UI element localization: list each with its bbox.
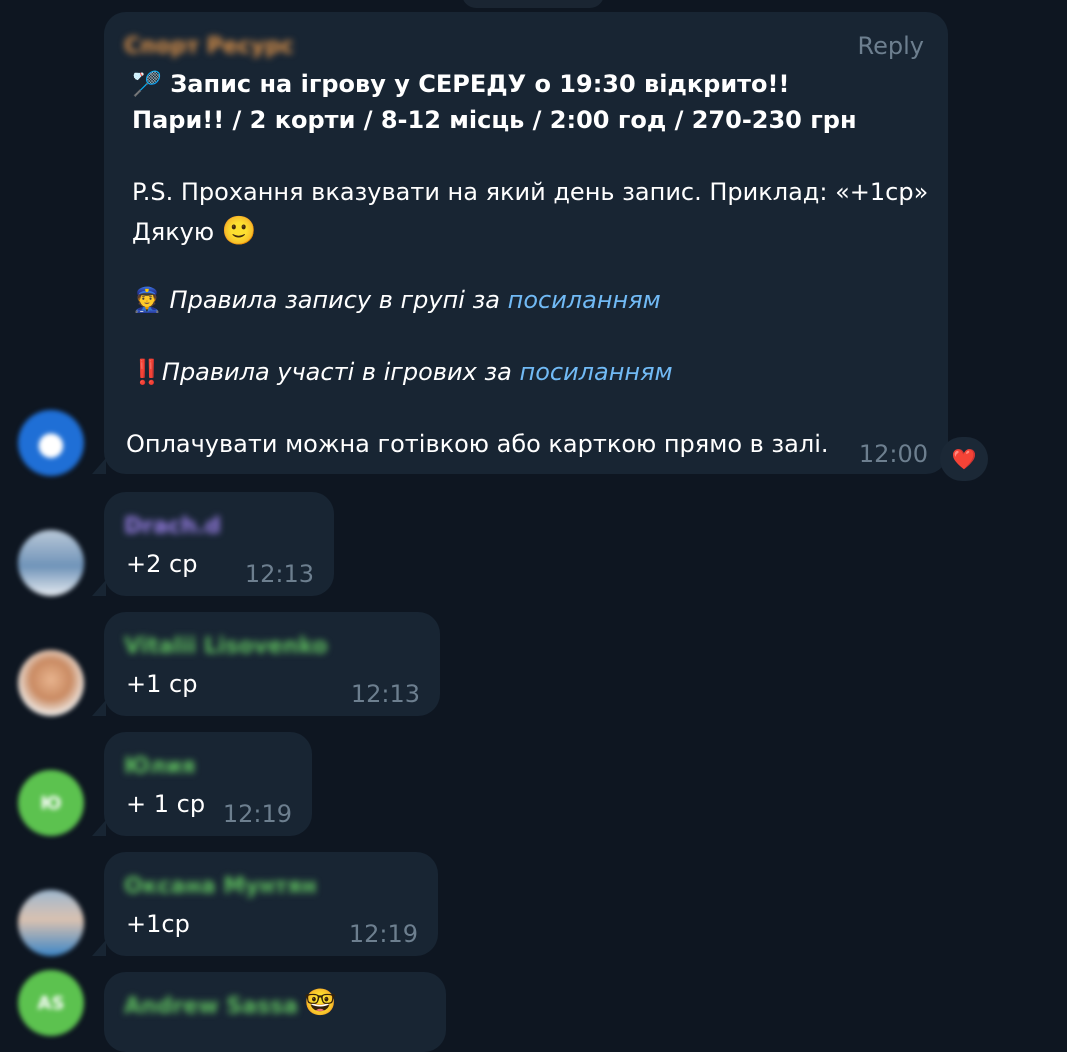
bubble-tail <box>92 580 106 596</box>
message-text: +1ср <box>126 910 190 938</box>
sender-name[interactable]: Vitalii Lisovenko <box>124 634 328 659</box>
message-text: +1 ср <box>126 670 198 698</box>
thanks-text: Дякую <box>132 218 215 246</box>
message-bubble[interactable]: Юлия + 1 ср 12:19 <box>104 732 312 836</box>
avatar[interactable]: AS <box>18 970 84 1036</box>
message-time: 12:19 <box>348 920 418 948</box>
bubble-tail <box>92 700 106 716</box>
message-bubble[interactable]: Vitalii Lisovenko +1 ср 12:13 <box>104 612 440 716</box>
message-time: 12:13 <box>244 560 314 588</box>
bubble-tail <box>92 458 106 474</box>
post-subtitle: Пари!! / 2 корти / 8-12 місць / 2:00 год… <box>132 106 857 134</box>
sender-name[interactable]: Оксана Мунтян <box>124 874 317 899</box>
payment-line: Оплачувати можна готівкою або карткою пр… <box>126 430 829 458</box>
rules-participation-text: Правила участі в ігрових за <box>161 358 520 386</box>
sender-name[interactable]: Andrew Sassa <box>124 994 298 1019</box>
reply-button[interactable]: Reply <box>858 32 924 60</box>
message-bubble[interactable]: Оксана Мунтян +1ср 12:19 <box>104 852 438 956</box>
avatar[interactable] <box>18 650 84 716</box>
avatar[interactable]: Ю <box>18 770 84 836</box>
post-title-line: 🏸 Запис на ігрову у СЕРЕДУ о 19:30 відкр… <box>132 70 789 98</box>
rules-registration-text: Правила запису в групі за <box>169 286 508 314</box>
heart-icon: ❤️ <box>951 447 977 471</box>
avatar[interactable] <box>18 530 84 596</box>
bubble-tail <box>92 940 106 956</box>
post-thanks-line: Дякую 🙂 <box>132 214 257 247</box>
sender-name[interactable]: Спорт Ресурс <box>124 34 294 59</box>
rules-participation-link[interactable]: посиланням <box>520 358 673 386</box>
rules-registration-link[interactable]: посиланням <box>508 286 661 314</box>
message-bubble[interactable]: Andrew Sassa 🤓 <box>104 972 446 1052</box>
message-time: 12:13 <box>350 680 420 708</box>
rules-participation-line: ‼️Правила участі в ігрових за посиланням <box>132 358 673 386</box>
post-ps-line: P.S. Прохання вказувати на який день зап… <box>132 178 929 206</box>
date-pill <box>462 0 604 8</box>
sender-name[interactable]: Юлия <box>124 754 195 779</box>
smile-icon: 🙂 <box>221 214 257 247</box>
message-text: +2 ср <box>126 550 198 578</box>
bubble-tail <box>92 820 106 836</box>
message-time: 12:00 <box>858 440 928 468</box>
sender-name[interactable]: Drach.d <box>124 514 221 539</box>
avatar-initials: AS <box>37 992 65 1014</box>
avatar[interactable] <box>18 890 84 956</box>
avatar-initials: Ю <box>40 792 62 814</box>
channel-post-bubble[interactable]: Спорт Ресурс Reply 🏸 Запис на ігрову у С… <box>104 12 948 474</box>
post-title: Запис на ігрову у СЕРЕДУ о 19:30 відкрит… <box>170 70 790 98</box>
badminton-icon: 🏸 <box>132 70 162 98</box>
double-exclamation-icon: ‼️ <box>132 358 162 386</box>
message-time: 12:19 <box>222 800 292 828</box>
rules-registration-line: 👮 Правила запису в групі за посиланням <box>132 286 661 314</box>
nerd-face-icon: 🤓 <box>304 988 337 1018</box>
message-text: + 1 ср <box>126 790 206 818</box>
channel-avatar[interactable]: ● <box>18 410 84 476</box>
heart-reaction[interactable]: ❤️ <box>940 437 988 481</box>
bell-icon: ● <box>37 424 65 462</box>
police-officer-icon: 👮 <box>132 286 162 314</box>
message-bubble[interactable]: Drach.d +2 ср 12:13 <box>104 492 334 596</box>
